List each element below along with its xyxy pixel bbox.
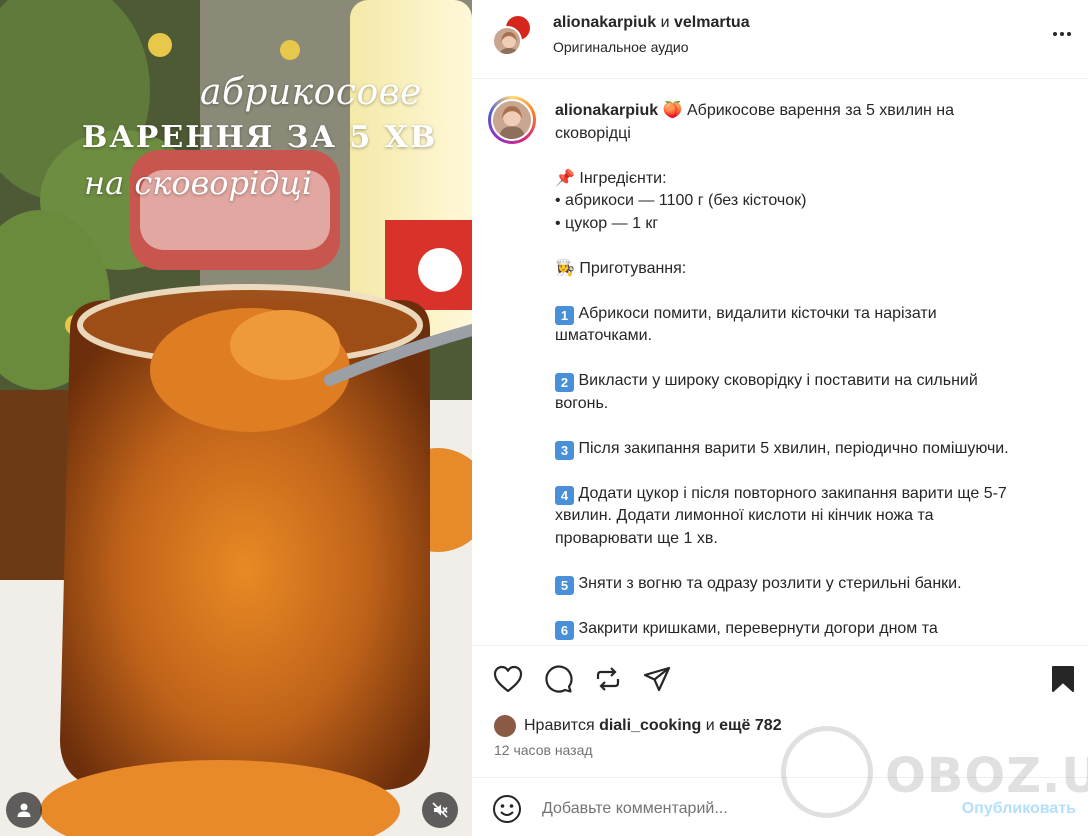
caption-emoji: 👩‍🍳 [555, 259, 575, 277]
overlay-title-line-1: абрикосове [200, 72, 422, 113]
overlay-title-line-2: ВАРЕННЯ ЗА 5 ХВ [82, 120, 438, 155]
caption-avatar[interactable] [488, 96, 536, 144]
caption-line-text: сковорідці [555, 124, 631, 142]
caption-username[interactable]: alionakarpiuk [555, 102, 658, 119]
caption-line-text: Закрити кришками, перевернути догори дно… [578, 619, 938, 637]
more-options-button[interactable] [1050, 22, 1074, 46]
caption-line [555, 145, 1070, 168]
caption-line: 📌 Інгредієнти: [555, 168, 1070, 191]
caption-line [555, 235, 1070, 258]
caption-line-text: Абрикоси помити, видалити кісточки та на… [578, 304, 937, 322]
caption-line-text: проварювати ще 1 хв. [555, 529, 718, 547]
step-number-badge: 2 [555, 373, 574, 392]
more-dot [1060, 32, 1064, 36]
likes-count[interactable]: ещё 782 [719, 717, 781, 735]
caption-line: • абрикоси — 1100 г (без кісточок) [555, 190, 1070, 213]
post-timestamp[interactable]: 12 часов назад [494, 742, 593, 758]
caption-line-text: Приготування: [579, 259, 687, 277]
caption-line-text: • цукор — 1 кг [555, 214, 659, 232]
caption-emoji: 📌 [555, 169, 575, 187]
comment-button[interactable] [543, 664, 573, 694]
caption-line: 3 Після закипання варити 5 хвилин, періо… [555, 438, 1070, 461]
caption-line: вогонь. [555, 393, 1070, 416]
caption-scroll-area[interactable]: alionakarpiuk 🍑 Абрикосове варення за 5 … [472, 80, 1088, 645]
caption-line: alionakarpiuk 🍑 Абрикосове варення за 5 … [555, 100, 1070, 123]
step-number-badge: 3 [555, 440, 574, 460]
caption-line-text: Після закипання варити 5 хвилин, періоди… [578, 439, 1009, 457]
overlay-title-line-3: на сковорідці [84, 164, 313, 202]
post-authors: alionakarpiuk и velmartua [553, 14, 750, 32]
likes-summary: Нравится diali_cooking и ещё 782 [494, 713, 782, 739]
caption-line-text: шматочками. [555, 327, 653, 344]
caption-emoji: 🍑 [662, 102, 683, 119]
likes-prefix: Нравится [524, 717, 595, 734]
step-number-badge: 1 [555, 305, 574, 325]
save-button[interactable] [1048, 664, 1078, 694]
caption-line-text: Додати цукор і після повторного закипанн… [578, 484, 1007, 502]
heart-icon [493, 665, 523, 693]
caption-line: 4 Додати цукор і після повторного закипа… [555, 483, 1070, 506]
user-icon [17, 803, 31, 817]
caption-line-text: Зняти з вогню та одразу розлити у стерил… [578, 574, 962, 592]
comment-composer: Опубликовать [472, 778, 1088, 836]
step-number-badge: 5 [555, 575, 574, 595]
audio-link[interactable]: Оригинальное аудио [553, 39, 689, 55]
post-header: alionakarpiuk и velmartua Оригинальное а… [472, 0, 1088, 79]
caption-line [555, 460, 1070, 483]
liker-username[interactable]: diali_cooking [599, 717, 701, 735]
liker-avatar[interactable] [494, 715, 516, 737]
post-actions [472, 646, 1088, 710]
post-media[interactable]: абрикосове ВАРЕННЯ ЗА 5 ХВ на сковорідці [0, 0, 472, 836]
muted-speaker-icon [432, 802, 448, 818]
author-link-2[interactable]: velmartua [674, 14, 750, 31]
face-icon [499, 106, 525, 139]
caption-line [555, 415, 1070, 438]
more-dot [1067, 32, 1071, 36]
caption-line [555, 550, 1070, 573]
like-button[interactable] [493, 664, 523, 694]
step-number-badge: 6 [555, 620, 574, 640]
step-number-badge: 4 [555, 485, 574, 505]
caption-line: 5 Зняти з вогню та одразу розлити у стер… [555, 573, 1070, 596]
caption-line-text: Інгредієнти: [579, 169, 667, 187]
author-link-1[interactable]: alionakarpiuk [553, 14, 656, 31]
caption-line: 6 Закрити кришками, перевернути догори д… [555, 618, 1070, 641]
mute-toggle-button[interactable] [422, 792, 458, 828]
caption-line-text: хвилин. Додати лимонної кислоти ні кінчи… [555, 507, 934, 524]
caption-line-text: • абрикоси — 1100 г (без кісточок) [555, 192, 807, 209]
tagged-users-button[interactable] [6, 792, 42, 828]
face-icon [499, 32, 519, 54]
bookmark-icon [1052, 666, 1074, 692]
likes-joiner: и [705, 717, 715, 734]
caption-line [555, 348, 1070, 371]
caption-line: хвилин. Додати лимонної кислоти ні кінчи… [555, 505, 1070, 528]
share-icon [643, 666, 671, 692]
collab-avatars[interactable] [490, 14, 534, 58]
caption-line-text: вогонь. [555, 394, 609, 412]
authors-joiner: и [660, 14, 670, 31]
repost-icon [596, 667, 620, 691]
caption-line [555, 280, 1070, 303]
more-horizontal-icon [1053, 32, 1057, 36]
caption-line: 👩‍🍳 Приготування: [555, 258, 1070, 281]
repost-button[interactable] [593, 664, 623, 694]
caption-line: проварювати ще 1 хв. [555, 528, 1070, 551]
caption-line: шматочками. [555, 325, 1070, 348]
caption-line: 2 Викласти у широку сковорідку і постави… [555, 370, 1070, 393]
emoji-picker-button[interactable] [492, 794, 522, 824]
caption-text: alionakarpiuk 🍑 Абрикосове варення за 5 … [555, 100, 1070, 640]
smiley-icon [493, 795, 521, 823]
caption-line [555, 595, 1070, 618]
caption-line: 1 Абрикоси помити, видалити кісточки та … [555, 303, 1070, 326]
caption-line: сковорідці [555, 123, 1070, 146]
post-details-panel: alionakarpiuk и velmartua Оригинальное а… [472, 0, 1088, 836]
caption-line-text: Абрикосове варення за 5 хвилин на [686, 102, 955, 119]
caption-line: • цукор — 1 кг [555, 213, 1070, 236]
share-button[interactable] [642, 664, 672, 694]
alionakarpiuk-avatar[interactable] [492, 26, 522, 56]
comment-input[interactable] [542, 798, 942, 820]
publish-button[interactable]: Опубликовать [962, 800, 1076, 818]
comment-icon [545, 665, 573, 693]
caption-line-text: Викласти у широку сковорідку і поставити… [578, 372, 978, 389]
